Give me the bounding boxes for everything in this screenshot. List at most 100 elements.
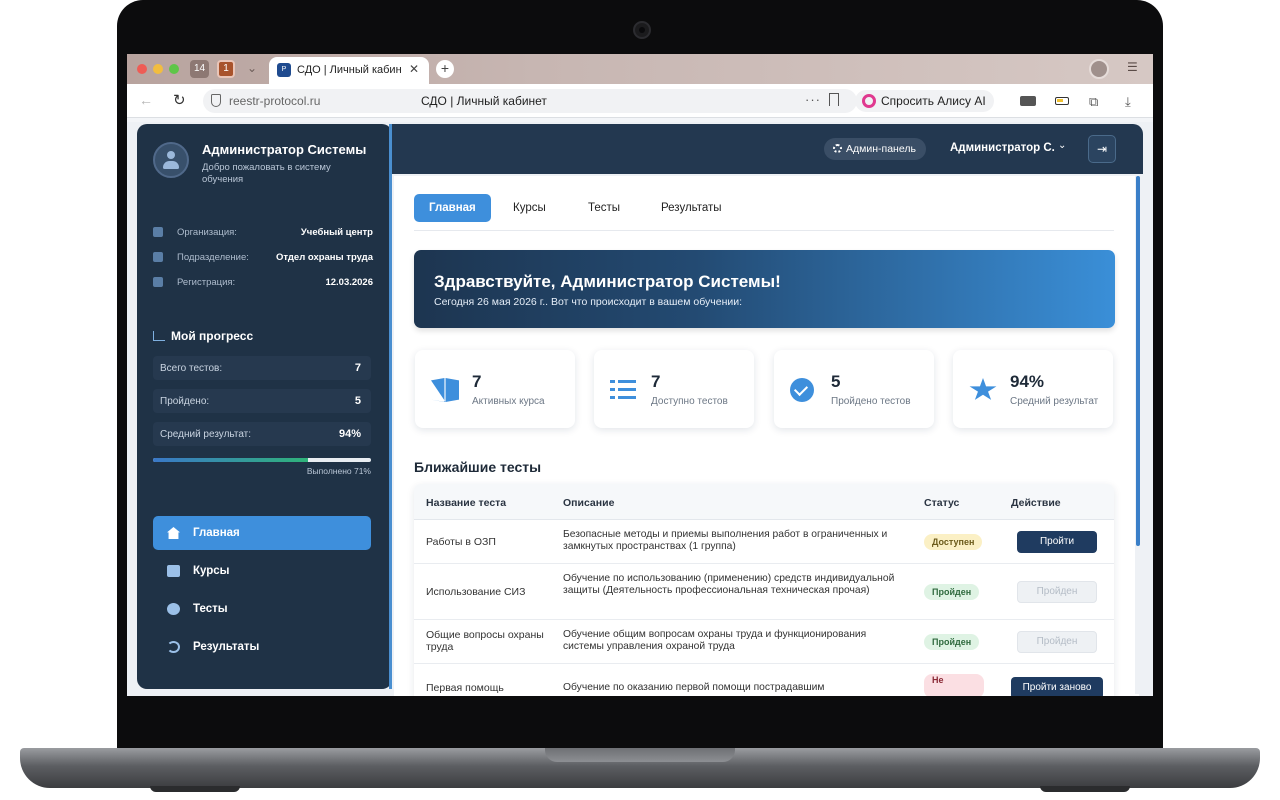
user-name: Администратор Системы (202, 142, 367, 157)
progress-bar (153, 458, 371, 462)
sidebar-item-home[interactable]: Главная (153, 516, 371, 550)
stat-value: 94% (338, 428, 361, 440)
tab-group-counter-2[interactable]: 1 (217, 60, 235, 78)
info-organization: Организация: Учебный центр (153, 226, 373, 240)
gear-icon (833, 144, 842, 153)
url-text: reestr-protocol.ru (229, 94, 321, 108)
tab-group-counter[interactable]: 14 (190, 60, 210, 78)
help-icon (167, 603, 180, 615)
column-header: Действие (1011, 497, 1061, 509)
main-content: Главная Курсы Тесты Результаты Здравству… (394, 176, 1139, 696)
stat-card-courses: 7 Активных курса (415, 350, 575, 428)
stat-passed: Пройдено: 5 (153, 389, 371, 413)
tab-courses[interactable]: Курсы (498, 194, 561, 222)
download-icon[interactable]: ⤓ (1125, 94, 1131, 110)
bookmark-icon[interactable] (829, 93, 839, 106)
close-window-button[interactable] (137, 64, 147, 74)
checklist-icon (610, 378, 638, 402)
url-page-title: СДО | Личный кабинет (421, 94, 547, 108)
chevron-down-icon[interactable]: ⌄ (1058, 140, 1066, 151)
reload-icon[interactable]: ↻ (173, 91, 186, 109)
open-book-icon (431, 378, 459, 402)
ask-alice-label: Спросить Алису AI (881, 94, 986, 108)
translate-icon[interactable]: ⧉ (1089, 94, 1098, 110)
chevron-down-icon[interactable]: ⌄ (247, 61, 257, 75)
building-icon (153, 227, 163, 237)
tabs-divider (414, 230, 1114, 231)
passed-button: Пройден (1017, 581, 1097, 603)
card-value: 94% (1010, 372, 1045, 391)
start-test-button[interactable]: Пройти (1017, 531, 1097, 553)
sidebar-item-courses[interactable]: Курсы (153, 554, 371, 588)
user-menu-button[interactable]: Администратор С. (950, 142, 1055, 154)
test-name: Общие вопросы охраны труда (426, 629, 544, 653)
profile-avatar[interactable] (1089, 59, 1109, 79)
extension-icon[interactable] (1020, 96, 1036, 106)
welcome-banner: Здравствуйте, Администратор Системы! Сег… (414, 250, 1115, 328)
sidebar-item-label: Тесты (193, 603, 228, 615)
logout-button[interactable]: ⇥ (1088, 135, 1116, 163)
laptop-foot-left (150, 786, 240, 792)
sidebar-item-results[interactable]: Результаты (153, 630, 371, 664)
stat-total-tests: Всего тестов: 7 (153, 356, 371, 380)
card-label: Доступно тестов (651, 396, 728, 407)
test-description: Обучение общим вопросам охраны труда и ф… (563, 629, 867, 652)
history-icon (167, 641, 180, 653)
sidebar-item-label: Главная (193, 527, 240, 539)
tab-home[interactable]: Главная (414, 194, 491, 222)
menu-icon[interactable]: ☰ (1127, 60, 1138, 74)
laptop-foot-right (1040, 786, 1130, 792)
table-header (414, 484, 1114, 520)
sidebar-item-tests[interactable]: Тесты (153, 592, 371, 626)
new-tab-button[interactable]: + (436, 60, 454, 78)
card-label: Пройдено тестов (831, 396, 911, 407)
stat-label: Средний результат: (160, 429, 252, 440)
admin-panel-label: Админ-панель (846, 143, 916, 155)
url-field[interactable]: reestr-protocol.ru СДО | Личный кабинет … (203, 89, 857, 113)
site-favicon-icon: P (277, 63, 291, 77)
info-label: Регистрация: (177, 277, 236, 288)
stat-label: Всего тестов: (160, 363, 223, 374)
tab-tests[interactable]: Тесты (573, 194, 635, 222)
user-welcome: Добро пожаловать в систему обучения (202, 162, 331, 185)
tests-table: Название теста Описание Статус Действие … (414, 484, 1114, 696)
banner-title: Здравствуйте, Администратор Системы! (434, 272, 781, 291)
info-value: Отдел охраны труда (275, 252, 373, 263)
top-header: Админ-панель Администратор С. ⌄ ⇥ (392, 124, 1143, 174)
book-icon (167, 565, 180, 577)
info-value: 12.03.2026 (325, 277, 373, 288)
sidebar-scrollbar[interactable] (389, 124, 392, 689)
tab-results[interactable]: Результаты (646, 194, 737, 222)
users-icon (153, 252, 163, 262)
card-value: 7 (651, 372, 661, 391)
close-tab-icon[interactable]: ✕ (409, 62, 419, 76)
test-name: Использование СИЗ (426, 586, 526, 598)
ask-alice-button[interactable]: Спросить Алису AI (855, 90, 994, 112)
info-department: Подразделение: Отдел охраны труда (153, 251, 373, 265)
column-header: Описание (563, 497, 615, 509)
progress-caption: Выполнено 71% (306, 466, 371, 476)
calendar-icon (153, 277, 163, 287)
sidebar: Администратор Системы Добро пожаловать в… (137, 124, 392, 689)
stat-card-passed-tests: 5 Пройдено тестов (774, 350, 934, 428)
status-badge: Не (924, 674, 984, 696)
column-header: Статус (924, 497, 960, 509)
back-arrow-icon[interactable]: ← (139, 92, 153, 108)
retake-test-button[interactable]: Пройти заново (1011, 677, 1103, 696)
home-icon (167, 527, 180, 539)
main-scrollbar-thumb[interactable] (1136, 176, 1140, 546)
card-label: Средний результат (1010, 396, 1099, 407)
card-value: 7 (472, 372, 482, 391)
more-dots-icon[interactable]: ··· (805, 92, 821, 107)
browser-tab-active[interactable]: P СДО | Личный кабинет ✕ (269, 57, 429, 84)
maximize-window-button[interactable] (169, 64, 179, 74)
chart-line-icon (153, 331, 165, 341)
stat-card-available-tests: 7 Доступно тестов (594, 350, 754, 428)
admin-panel-button[interactable]: Админ-панель (824, 138, 926, 160)
stat-average-score: Средний результат: 94% (153, 422, 371, 446)
status-badge: Пройден (924, 584, 980, 600)
minimize-window-button[interactable] (153, 64, 163, 74)
screen: 14 1 ⌄ P СДО | Личный кабинет ✕ + ☰ ← ↻ … (127, 54, 1153, 696)
passed-button: Пройден (1017, 631, 1097, 653)
battery-icon[interactable] (1055, 97, 1069, 105)
